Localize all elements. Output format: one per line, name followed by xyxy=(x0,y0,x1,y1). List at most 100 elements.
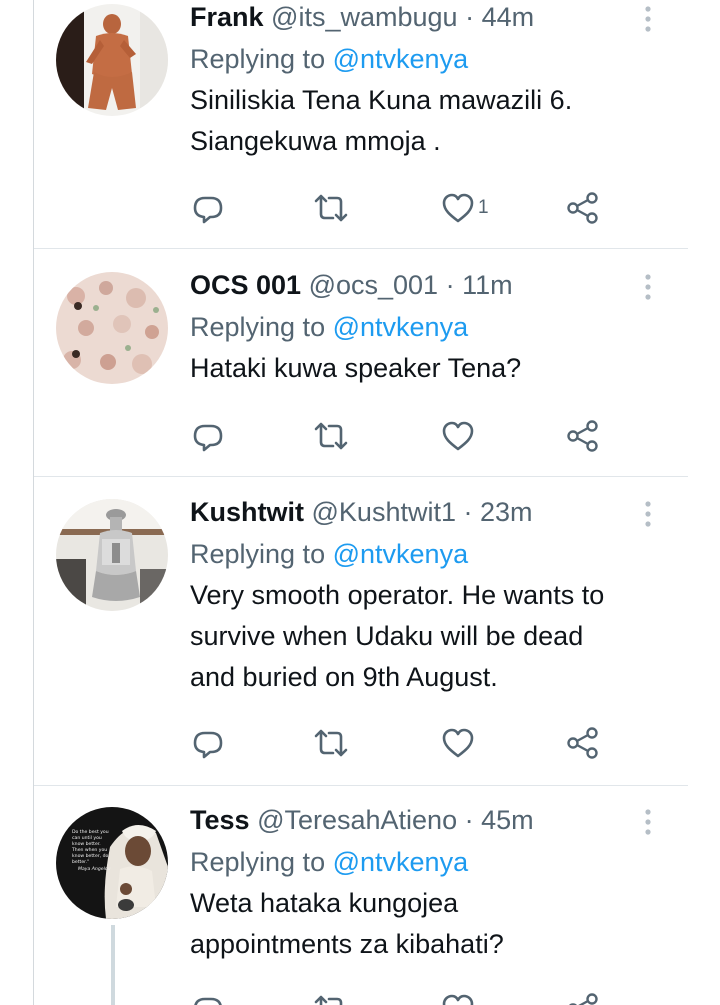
tweet-timestamp[interactable]: 23m xyxy=(480,497,533,527)
replying-to-label: Replying to xyxy=(190,847,326,877)
author-name[interactable]: Frank xyxy=(190,2,264,32)
tweet-2[interactable]: OCS 001 @ocs_001 · 11m Replying to @ntvk… xyxy=(34,268,688,476)
avatar[interactable] xyxy=(56,499,168,611)
share-icon xyxy=(567,420,598,452)
share-button[interactable] xyxy=(565,188,601,228)
avatar-frank-icon xyxy=(56,4,168,116)
author-handle[interactable]: @ocs_001 xyxy=(309,270,439,300)
heart-icon xyxy=(442,728,474,758)
tweet-header: Kushtwit @Kushtwit1 · 23m xyxy=(190,495,658,529)
tweet-text: Hataki kuwa speaker Tena? xyxy=(190,348,658,389)
share-icon xyxy=(568,993,598,1005)
avatar[interactable] xyxy=(56,4,168,116)
like-button[interactable] xyxy=(440,989,478,1005)
avatar[interactable] xyxy=(56,272,168,384)
tweet-divider xyxy=(34,476,688,477)
retweet-icon xyxy=(314,729,348,757)
tweet-1[interactable]: Frank @its_wambugu · 44m Replying to @nt… xyxy=(34,0,688,248)
reply-icon xyxy=(193,196,223,224)
tweet-text: Very smooth operator. He wants to surviv… xyxy=(190,575,658,698)
tweet-timestamp[interactable]: 45m xyxy=(481,805,534,835)
reply-button[interactable] xyxy=(190,416,226,456)
separator-dot: · xyxy=(465,2,475,32)
tweet-actions xyxy=(190,416,610,456)
reply-button[interactable] xyxy=(190,989,226,1005)
separator-dot: · xyxy=(445,270,455,300)
tweet-content: Kushtwit @Kushtwit1 · 23m Replying to @n… xyxy=(190,495,658,698)
avatar-kushtwit-icon xyxy=(56,499,168,611)
tweet-text-line: appointments za kibahati? xyxy=(190,929,504,959)
author-name[interactable]: Kushtwit xyxy=(190,497,304,527)
like-button[interactable] xyxy=(440,723,478,763)
replying-to-mention[interactable]: @ntvkenya xyxy=(333,312,468,342)
replying-to: Replying to @ntvkenya xyxy=(190,310,658,344)
reply-icon xyxy=(194,997,222,1005)
share-icon xyxy=(567,192,598,224)
replying-to-mention[interactable]: @ntvkenya xyxy=(333,44,468,74)
tweet-actions xyxy=(190,723,610,763)
author-name[interactable]: OCS 001 xyxy=(190,270,301,300)
tweet-text-line: and buried on 9th August. xyxy=(190,662,498,692)
share-icon xyxy=(567,727,598,759)
author-handle[interactable]: @Kushtwit1 xyxy=(312,497,456,527)
reply-button[interactable] xyxy=(190,723,226,763)
tweet-content: OCS 001 @ocs_001 · 11m Replying to @ntvk… xyxy=(190,268,658,389)
tweet-text-line: Very smooth operator. He wants to xyxy=(190,580,605,610)
tweet-content: Frank @its_wambugu · 44m Replying to @nt… xyxy=(190,0,658,162)
like-button[interactable]: 1 xyxy=(440,188,489,228)
share-button[interactable] xyxy=(565,723,601,763)
retweet-button[interactable] xyxy=(312,188,350,228)
more-options-icon[interactable] xyxy=(638,499,658,529)
replying-to-mention[interactable]: @ntvkenya xyxy=(333,539,468,569)
share-button[interactable] xyxy=(565,989,601,1005)
more-options-icon[interactable] xyxy=(638,4,658,34)
replying-to-label: Replying to xyxy=(190,312,326,342)
avatar[interactable]: Do the best you can until you know bette… xyxy=(56,807,168,919)
tweet-4[interactable]: Do the best you can until you know bette… xyxy=(34,803,688,1005)
tweet-3[interactable]: Kushtwit @Kushtwit1 · 23m Replying to @n… xyxy=(34,495,688,785)
more-options-icon[interactable] xyxy=(638,807,658,837)
tweet-text: Weta hataka kungojea appointments za kib… xyxy=(190,883,658,965)
tweet-text-line: survive when Udaku will be dead xyxy=(190,621,584,651)
retweet-icon xyxy=(314,422,348,450)
share-button[interactable] xyxy=(565,416,601,456)
avatar-tess-icon: Do the best you can until you know bette… xyxy=(56,807,168,919)
retweet-button[interactable] xyxy=(312,723,350,763)
tweet-header: Tess @TeresahAtieno · 45m xyxy=(190,803,658,837)
like-count: 1 xyxy=(478,197,489,218)
tweet-divider xyxy=(34,248,688,249)
replying-to-label: Replying to xyxy=(190,44,326,74)
replying-to: Replying to @ntvkenya xyxy=(190,537,658,571)
author-handle[interactable]: @TeresahAtieno xyxy=(257,805,457,835)
author-handle[interactable]: @its_wambugu xyxy=(271,2,458,32)
avatar-quote-line: can until you xyxy=(72,835,102,841)
reply-icon xyxy=(193,424,223,452)
avatar-quote-author: Maya Angelou xyxy=(78,866,111,872)
retweet-button[interactable] xyxy=(312,989,350,1005)
replying-to-mention[interactable]: @ntvkenya xyxy=(333,847,468,877)
avatar-quote-line: Do the best you xyxy=(72,829,109,835)
heart-icon xyxy=(442,994,474,1005)
author-name[interactable]: Tess xyxy=(190,805,250,835)
reply-button[interactable] xyxy=(190,188,226,228)
replying-to: Replying to @ntvkenya xyxy=(190,845,658,879)
separator-dot: · xyxy=(463,497,473,527)
tweet-text-line: Siniliskia Tena Kuna mawazili 6. xyxy=(190,85,573,115)
more-options-icon[interactable] xyxy=(638,272,658,302)
tweet-text-line: Hataki kuwa speaker Tena? xyxy=(190,353,522,383)
tweet-timestamp[interactable]: 44m xyxy=(482,2,535,32)
avatar-quote-line: know better. xyxy=(72,841,101,847)
avatar-quote-line: better." xyxy=(72,859,89,865)
tweet-header: OCS 001 @ocs_001 · 11m xyxy=(190,268,658,302)
avatar-quote-line: Then when you xyxy=(71,847,107,853)
tweet-actions xyxy=(190,989,610,1005)
retweet-button[interactable] xyxy=(312,416,350,456)
tweet-text-line: Siangekuwa mmoja . xyxy=(190,126,441,156)
like-button[interactable] xyxy=(440,416,478,456)
tweet-timestamp[interactable]: 11m xyxy=(462,270,513,300)
tweet-actions: 1 xyxy=(190,188,610,228)
retweet-icon xyxy=(314,194,348,222)
thread-connector-line xyxy=(111,925,115,1005)
retweet-icon xyxy=(314,995,343,1005)
tweet-content: Tess @TeresahAtieno · 45m Replying to @n… xyxy=(190,803,658,965)
